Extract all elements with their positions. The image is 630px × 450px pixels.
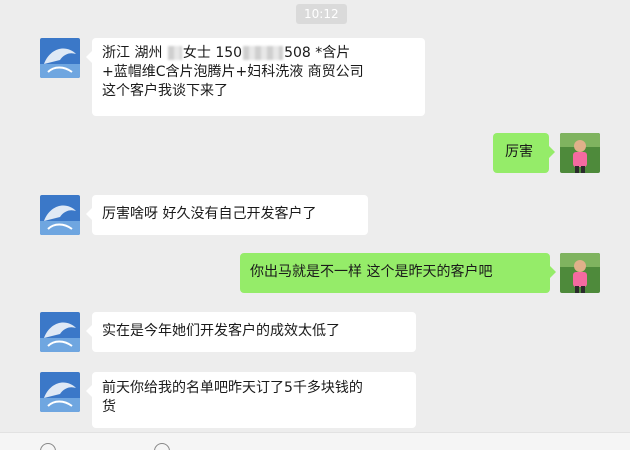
message-bubble-1[interactable]: 浙江 湖州 女士 150 508 *含片 +蓝帽维C含片泡腾片+妇科洗液 商贸公司… xyxy=(86,38,425,116)
person-photo-avatar-icon xyxy=(560,253,600,293)
message-1-line-3: 这个客户我谈下来了 xyxy=(102,83,228,99)
self-avatar-icon[interactable] xyxy=(560,253,600,293)
message-5-text: 实在是今年她们开发客户的成效太低了 xyxy=(102,323,340,339)
message-1-text-b: 女士 150 xyxy=(182,45,243,61)
message-bubble-6[interactable]: 前天你给我的名单吧昨天订了5千多块钱的 货 xyxy=(86,372,416,428)
redacted-phone xyxy=(243,46,284,60)
message-3-text: 厉害啥呀 好久没有自己开发客户了 xyxy=(102,206,317,222)
message-6-line-1: 前天你给我的名单吧昨天订了5千多块钱的 xyxy=(102,380,363,396)
contact-avatar-icon[interactable] xyxy=(40,195,80,235)
self-avatar-icon[interactable] xyxy=(560,133,600,173)
contact-avatar-icon[interactable] xyxy=(40,372,80,412)
message-1-line-2: +蓝帽维C含片泡腾片+妇科洗液 商贸公司 xyxy=(102,64,364,80)
chat-window: 10:12 浙江 湖州 女士 150 508 *含片 +蓝帽维C含片泡腾片+妇科洗… xyxy=(0,0,630,450)
dolphin-avatar-icon xyxy=(40,38,80,78)
contact-avatar-icon[interactable] xyxy=(40,312,80,352)
message-1-line-1: 浙江 湖州 女士 150 508 *含片 xyxy=(102,44,415,63)
contact-avatar-icon[interactable] xyxy=(40,38,80,78)
message-timestamp: 10:12 xyxy=(296,4,347,24)
dolphin-avatar-icon xyxy=(40,312,80,352)
message-bubble-3[interactable]: 厉害啥呀 好久没有自己开发客户了 xyxy=(86,195,368,235)
message-bubble-4[interactable]: 你出马就是不一样 这个是昨天的客户吧 xyxy=(240,253,556,293)
person-photo-avatar-icon xyxy=(560,133,600,173)
message-2-text: 厉害 xyxy=(505,144,533,160)
message-bubble-5[interactable]: 实在是今年她们开发客户的成效太低了 xyxy=(86,312,416,352)
message-6-line-2: 货 xyxy=(102,399,116,415)
redacted-name xyxy=(167,46,182,60)
input-toolbar xyxy=(0,432,630,450)
message-1-text-c: 508 *含片 xyxy=(284,45,351,61)
message-4-text: 你出马就是不一样 这个是昨天的客户吧 xyxy=(250,264,493,280)
message-bubble-2[interactable]: 厉害 xyxy=(493,133,555,173)
dolphin-avatar-icon xyxy=(40,372,80,412)
message-1-text-a: 浙江 湖州 xyxy=(102,45,167,61)
dolphin-avatar-icon xyxy=(40,195,80,235)
emoji-icon[interactable] xyxy=(40,443,56,450)
folder-icon[interactable] xyxy=(154,443,170,450)
